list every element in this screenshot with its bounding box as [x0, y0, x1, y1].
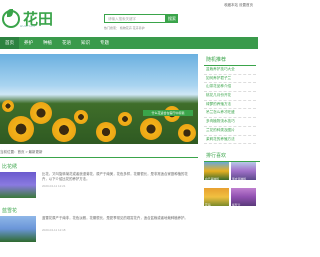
- main-nav: 首页 养护 种植 花语 知识 专题: [0, 37, 258, 49]
- tile-caption: 向日葵种植: [205, 177, 219, 181]
- nav-care[interactable]: 养护: [19, 37, 38, 49]
- side-title: 随机推荐: [204, 54, 256, 66]
- rank-tile[interactable]: 薰衣草种植: [231, 162, 256, 186]
- article-date: 2020-04-11 12:18: [42, 228, 66, 232]
- article-title[interactable]: 蓝雪花: [2, 207, 17, 214]
- sunflower: [178, 124, 196, 142]
- banner-image[interactable]: 什么花适合在客厅中养殖: [0, 54, 198, 144]
- sunflower: [8, 116, 34, 142]
- tile-caption: 薰衣草种植: [232, 177, 246, 181]
- rank-tile[interactable]: 紫罗兰: [231, 188, 256, 212]
- sunflower: [30, 102, 52, 124]
- article-desc: 蓝雪花原产于南非，花色淡雅，花期很长，是夏季常见的观赏花卉，适合盆栽或者地栽种植…: [42, 216, 188, 220]
- sunflower: [52, 118, 76, 142]
- article-desc: 比花，又叫旋转菊花或者浪漫菊花，原产于南美，花色多样，花期很长，是非常适合家庭种…: [42, 172, 188, 181]
- side-item[interactable]: 山茶花品种介绍: [204, 83, 256, 93]
- side-item[interactable]: 如何养护君子兰: [204, 75, 256, 84]
- leaf-logo-icon: [2, 8, 20, 28]
- brand-sub: HUATIAN: [20, 24, 36, 28]
- article-title[interactable]: 比花绣: [2, 163, 17, 170]
- sunflower: [96, 122, 116, 142]
- list-item[interactable]: 比花绣 比花，又叫旋转菊花或者浪漫菊花，原产于南美，花色多样，花期很长，是非常适…: [0, 163, 198, 203]
- nav-knowledge[interactable]: 知识: [76, 37, 95, 49]
- hot-keywords[interactable]: 热门搜索： 植物花卉 花卉养护: [104, 26, 145, 30]
- sunflower: [140, 118, 162, 140]
- banner-caption[interactable]: 什么花适合在客厅中养殖: [143, 110, 193, 116]
- sunflower: [118, 112, 132, 126]
- side-item[interactable]: 茉莉花的养殖方法: [204, 136, 256, 145]
- article-thumbnail[interactable]: [0, 216, 36, 242]
- nav-home[interactable]: 首页: [0, 37, 19, 49]
- nav-plant[interactable]: 种植: [38, 37, 57, 49]
- search-input[interactable]: 请输入搜索关键字: [104, 14, 166, 23]
- top-links[interactable]: 收藏本站 设置首页: [224, 3, 253, 8]
- sunflower: [74, 110, 88, 124]
- nav-language[interactable]: 花语: [57, 37, 76, 49]
- sunflower: [2, 100, 14, 112]
- article-date: 2020-04-11 12:21: [42, 184, 66, 188]
- nav-topic[interactable]: 专题: [95, 37, 114, 49]
- side-item[interactable]: 兰花的种类及图片: [204, 127, 256, 136]
- random-recommend: 随机推荐 盆栽养护技巧大全 如何养护君子兰 山茶花品种介绍 桃花几月份开花 绿萝…: [204, 54, 256, 145]
- rank-grid: 向日葵种植 薰衣草种植 花海 紫罗兰: [204, 162, 258, 212]
- side-item[interactable]: 桃花几月份开花: [204, 92, 256, 101]
- breadcrumb: 当前位置：首页 > 最新更新: [0, 150, 198, 158]
- article-thumbnail[interactable]: [0, 172, 36, 198]
- side-item[interactable]: 多肉植物浇水技巧: [204, 118, 256, 127]
- rank-title: 排行喜欢: [204, 150, 260, 162]
- search-button[interactable]: 搜索: [166, 14, 178, 23]
- tile-caption: 紫罗兰: [232, 203, 241, 207]
- side-item[interactable]: 吊兰怎么养才旺盛: [204, 109, 256, 119]
- list-item[interactable]: 蓝雪花 蓝雪花原产于南非，花色淡雅，花期很长，是夏季常见的观赏花卉，适合盆栽或者…: [0, 207, 198, 247]
- side-item[interactable]: 盆栽养护技巧大全: [204, 66, 256, 75]
- side-item[interactable]: 绿萝的养殖方法: [204, 101, 256, 110]
- rank-tile[interactable]: 花海: [204, 188, 229, 212]
- tile-caption: 花海: [205, 203, 211, 207]
- site-header: 花田 HUATIAN 请输入搜索关键字 搜索 热门搜索： 植物花卉 花卉养护 收…: [0, 0, 258, 37]
- rank-tile[interactable]: 向日葵种植: [204, 162, 229, 186]
